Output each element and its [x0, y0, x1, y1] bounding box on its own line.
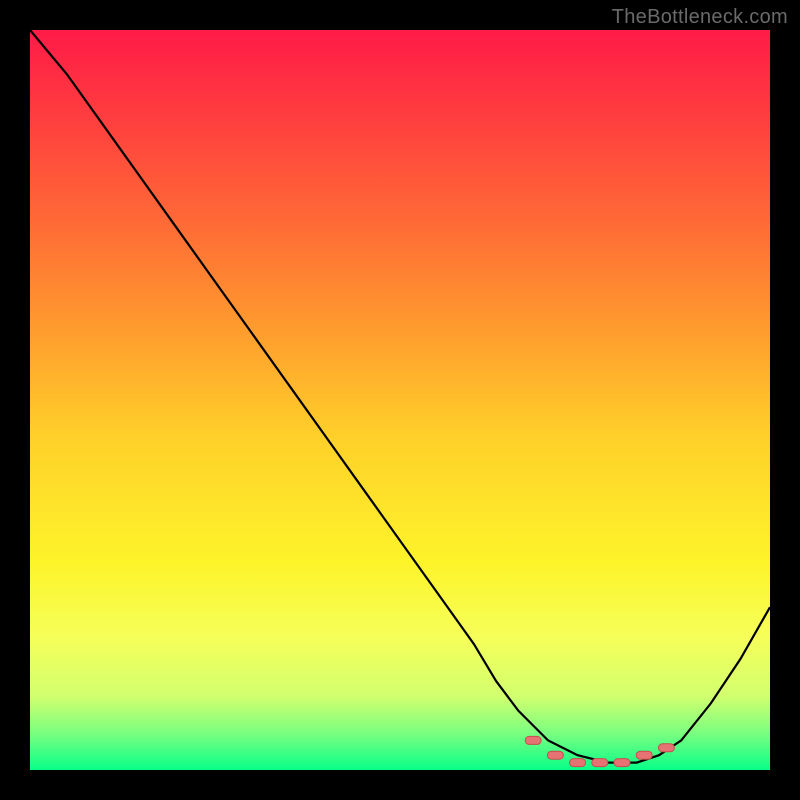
- optimal-marker: [547, 751, 563, 759]
- curve-path-group: [30, 30, 770, 763]
- optimal-marker: [636, 751, 652, 759]
- optimal-marker: [525, 736, 541, 744]
- chart-frame: TheBottleneck.com: [0, 0, 800, 800]
- curve-path: [30, 30, 770, 763]
- bottleneck-curve: [30, 30, 770, 770]
- optimal-marker: [658, 744, 674, 752]
- optimal-marker: [592, 759, 608, 767]
- optimal-marker: [614, 759, 630, 767]
- watermark-text: TheBottleneck.com: [612, 6, 788, 29]
- optimal-marker: [570, 759, 586, 767]
